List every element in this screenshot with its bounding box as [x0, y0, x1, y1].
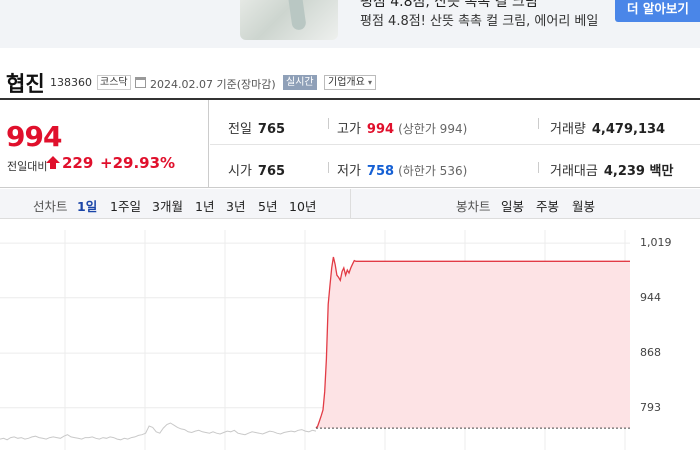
preopen-series-line [0, 422, 317, 441]
tab-monthly[interactable]: 월봉 [572, 196, 595, 215]
change-label: 전일대비 [7, 160, 48, 173]
stock-header: 협진 138360 코스닥 2024.02.07 기준(장마감) 실시간 기업개… [0, 64, 700, 96]
prev-close: 전일 765 [228, 118, 285, 137]
low-price: 저가 758 (하한가 536) [337, 160, 467, 179]
tab-daily[interactable]: 일봉 [501, 196, 524, 215]
line-chart-label: 선차트 [33, 199, 68, 214]
tab-5y[interactable]: 5년 [258, 196, 277, 215]
y-tick-label: 793 [640, 400, 661, 414]
volume-value: 4,479,134 [591, 122, 666, 137]
open-label: 시가 [228, 164, 252, 179]
chevron-down-icon: ▾ [368, 78, 373, 87]
low-label: 저가 [337, 164, 361, 179]
volume-label: 거래량 [550, 122, 586, 137]
y-tick-label: 944 [640, 290, 661, 304]
current-price-panel: 994 전일대비 229 +29.93% [0, 100, 209, 188]
price-chart-svg [0, 230, 630, 450]
price-chart[interactable]: 1,019 944 868 793 [0, 220, 700, 450]
chart-tabs: 선차트 1일 1주일 3개월 1년 3년 5년 10년 봉차트 일봉 주봉 월봉 [0, 189, 700, 219]
tab-10y[interactable]: 10년 [289, 196, 316, 215]
open-price: 시가 765 [228, 160, 285, 179]
ad-banner[interactable]: 평점 4.8점, 산뜻 촉촉 컬 크림 평점 4.8점! 산뜻 촉촉 컬 크림,… [0, 0, 700, 48]
company-overview-label: 기업개요 [328, 77, 365, 88]
high-value: 994 [366, 122, 395, 137]
change-value: 229 [62, 154, 94, 172]
y-tick-label: 868 [640, 346, 661, 360]
calendar-icon [135, 77, 146, 88]
prev-close-value: 765 [257, 122, 286, 137]
tab-1d[interactable]: 1일 [77, 196, 97, 215]
tab-3m[interactable]: 3개월 [152, 196, 183, 215]
ad-description[interactable]: 평점 4.8점! 산뜻 촉촉 컬 크림, 에어리 베일 [360, 10, 598, 29]
trade-amount: 거래대금 4,239 백만 [550, 160, 673, 179]
day-series-area [316, 257, 630, 429]
high-label: 고가 [337, 122, 361, 137]
stock-code: 138360 [50, 76, 92, 89]
ad-image[interactable] [240, 0, 338, 40]
market-badge: 코스닥 [97, 75, 131, 90]
prev-close-label: 전일 [228, 122, 252, 137]
up-limit-icon [46, 156, 60, 169]
amount-label: 거래대금 [550, 164, 598, 179]
open-value: 765 [257, 164, 286, 179]
volume: 거래량 4,479,134 [550, 118, 665, 137]
tab-1w[interactable]: 1주일 [110, 196, 141, 215]
change-percent: +29.93% [100, 154, 176, 172]
ad-cta-button[interactable]: 더 알아보기 [615, 0, 700, 22]
company-overview-button[interactable]: 기업개요 ▾ [324, 75, 377, 90]
low-value: 758 [366, 164, 395, 179]
tab-3y[interactable]: 3년 [226, 196, 245, 215]
current-price: 994 [6, 120, 62, 153]
candle-chart-label: 봉차트 [456, 199, 491, 214]
tab-weekly[interactable]: 주봉 [536, 196, 559, 215]
y-tick-label: 1,019 [640, 236, 672, 250]
tab-1y[interactable]: 1년 [195, 196, 214, 215]
upper-limit: (상한가 994) [398, 122, 468, 136]
date-text: 2024.02.07 기준(장마감) [150, 78, 276, 91]
high-price: 고가 994 (상한가 994) [337, 118, 467, 137]
realtime-button[interactable]: 실시간 [283, 75, 317, 90]
amount-value: 4,239 백만 [603, 164, 674, 179]
lower-limit: (하한가 536) [398, 164, 468, 178]
stock-name: 협진 [6, 72, 45, 96]
price-summary: 994 전일대비 229 +29.93% 전일 765 고가 994 (상한가 994… [0, 98, 700, 188]
